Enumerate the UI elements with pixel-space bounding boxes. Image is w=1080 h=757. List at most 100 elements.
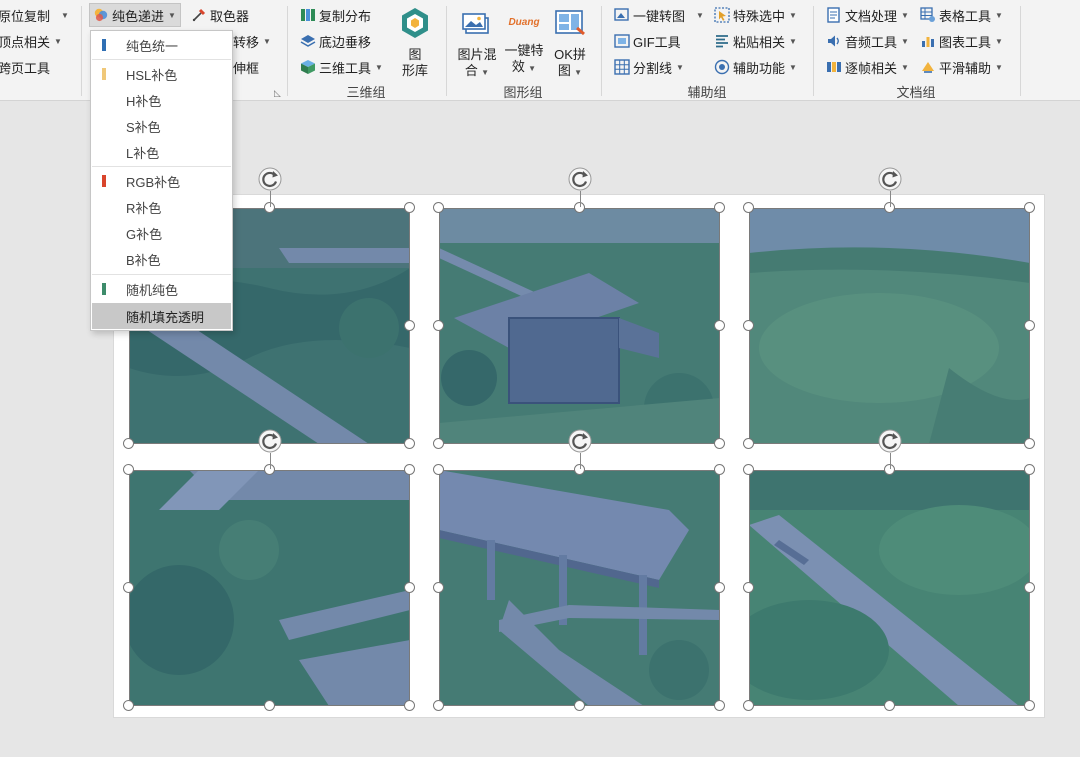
menu-item-b[interactable]: B补色 [92, 246, 231, 272]
resize-handle[interactable] [433, 582, 444, 593]
resize-handle[interactable] [743, 438, 754, 449]
menu-item-rgb[interactable]: RGB补色 [92, 168, 231, 194]
graphics-library-button[interactable]: 图 形库 [393, 6, 437, 79]
copy-distribute-button[interactable]: 复制分布 [300, 3, 371, 27]
chevron-down-icon: ▼ [901, 10, 909, 20]
menu-separator [92, 274, 231, 275]
resize-handle[interactable] [573, 700, 585, 711]
resize-handle[interactable] [714, 464, 725, 475]
resize-handle[interactable] [714, 582, 725, 593]
color-progression-dropdown: 纯色统一 HSL补色 H补色 S补色 L补色 RGB补色 R补色 G补色 B补色… [90, 30, 233, 331]
rotate-handle-icon[interactable] [257, 166, 283, 192]
resize-handle[interactable] [433, 464, 444, 475]
3d-tools-button[interactable]: 三维工具 ▼ [300, 55, 383, 79]
copy-distribute-label: 复制分布 [319, 8, 372, 24]
chevron-down-icon: ▼ [375, 62, 383, 72]
rotate-handle-icon[interactable] [257, 428, 283, 454]
resize-handle[interactable] [714, 438, 725, 449]
rotation-stem [889, 191, 891, 207]
audio-tools-button[interactable]: 音频工具 ▼ [826, 29, 909, 53]
doc-process-label: 文档处理 [845, 8, 898, 24]
resize-handle[interactable] [714, 320, 725, 331]
resize-handle[interactable] [1024, 320, 1035, 331]
chevron-down-icon: ▼ [54, 36, 62, 46]
resize-handle[interactable] [1024, 464, 1035, 475]
resize-handle[interactable] [714, 700, 725, 711]
chevron-down-icon: ▼ [571, 68, 583, 77]
resize-handle[interactable] [433, 320, 444, 331]
rotate-handle-icon[interactable] [567, 428, 593, 454]
selection-frame [749, 470, 1030, 706]
chart-tools-button[interactable]: 图表工具 ▼ [920, 29, 1003, 53]
one-click-effect-text: 一键特 效 [504, 43, 544, 74]
resize-handle[interactable] [123, 438, 134, 449]
image-mix-label: 图片混 合 ▼ [455, 47, 499, 81]
resize-handle[interactable] [743, 582, 754, 593]
paste-related-button[interactable]: 粘贴相关 ▼ [714, 29, 797, 53]
rotate-handle-icon[interactable] [877, 428, 903, 454]
one-click-effect-button[interactable]: Duang 一键特 效 ▼ [502, 6, 546, 77]
resize-handle[interactable] [263, 700, 275, 711]
aux-functions-button[interactable]: 辅助功能 ▼ [714, 55, 797, 79]
cross-page-tools-button[interactable]: 跨页工具 [0, 55, 50, 79]
resize-handle[interactable] [404, 202, 415, 213]
chevron-down-icon: ▼ [263, 36, 271, 46]
resize-handle[interactable] [743, 320, 754, 331]
doc-process-button[interactable]: 文档处理 ▼ [826, 3, 909, 27]
gif-tools-button[interactable]: GIF工具 [614, 29, 681, 53]
resize-handle[interactable] [743, 700, 754, 711]
frame-related-button[interactable]: 逐帧相关 ▼ [826, 55, 909, 79]
convert-button[interactable]: 转移 ▼ [233, 29, 271, 53]
resize-handle[interactable] [404, 464, 415, 475]
special-select-button[interactable]: 特殊选中 ▼ [714, 3, 797, 27]
image-mix-button[interactable]: 图片混 合 ▼ [455, 6, 499, 81]
resize-handle[interactable] [404, 438, 415, 449]
menu-item-hsl[interactable]: HSL补色 [92, 61, 231, 87]
resize-handle[interactable] [404, 320, 415, 331]
table-tools-button[interactable]: 表格工具 ▼ [920, 3, 1003, 27]
solid-color-progression-button[interactable]: 纯色递进 ▼ [89, 3, 181, 27]
resize-handle[interactable] [743, 464, 754, 475]
eyedropper-button[interactable]: 取色器 [191, 3, 249, 27]
split-lines-button[interactable]: 分割线 ▼ [614, 55, 684, 79]
slide-canvas[interactable] [113, 167, 1045, 718]
menu-item-s[interactable]: S补色 [92, 113, 231, 139]
vertex-related-button[interactable]: 顶点相关 ▼ [0, 29, 62, 53]
rotate-handle-icon[interactable] [567, 166, 593, 192]
chevron-down-icon: ▼ [676, 62, 684, 72]
resize-handle[interactable] [1024, 202, 1035, 213]
menu-item-random-solid[interactable]: 随机纯色 [92, 276, 231, 302]
group-label-aux: 辅助组 [687, 85, 727, 100]
convert-image-button[interactable]: 一键转图 ▼ [614, 3, 704, 27]
dialog-launcher-icon[interactable]: ◺ [274, 88, 281, 99]
stretch-frame-button[interactable]: 伸框 [233, 55, 259, 79]
menu-item-r[interactable]: R补色 [92, 194, 231, 220]
resize-handle[interactable] [123, 464, 134, 475]
bottom-vertical-button[interactable]: 底边垂移 [300, 29, 371, 53]
resize-handle[interactable] [123, 700, 134, 711]
menu-item-solid-unify[interactable]: 纯色统一 [92, 32, 231, 58]
resize-handle[interactable] [714, 202, 725, 213]
resize-handle[interactable] [433, 438, 444, 449]
document-icon [827, 7, 840, 23]
menu-item-label: 随机填充透明 [126, 309, 205, 325]
resize-handle[interactable] [883, 700, 895, 711]
resize-handle[interactable] [433, 202, 444, 213]
smooth-assist-button[interactable]: 平滑辅助 ▼ [920, 55, 1003, 79]
rotation-stem [579, 191, 581, 207]
resize-handle[interactable] [1024, 582, 1035, 593]
menu-item-h[interactable]: H补色 [92, 87, 231, 113]
menu-item-l[interactable]: L补色 [92, 139, 231, 165]
resize-handle[interactable] [1024, 438, 1035, 449]
menu-item-random-fill-transparent[interactable]: 随机填充透明 [92, 303, 231, 329]
rotate-handle-icon[interactable] [877, 166, 903, 192]
in-place-copy-button[interactable]: 原位复制 ▼ [0, 3, 69, 27]
resize-handle[interactable] [123, 582, 134, 593]
menu-item-g[interactable]: G补色 [92, 220, 231, 246]
ok-collage-button[interactable]: OK拼 图 ▼ [548, 6, 592, 81]
resize-handle[interactable] [1024, 700, 1035, 711]
resize-handle[interactable] [433, 700, 444, 711]
resize-handle[interactable] [404, 582, 415, 593]
resize-handle[interactable] [743, 202, 754, 213]
resize-handle[interactable] [404, 700, 415, 711]
